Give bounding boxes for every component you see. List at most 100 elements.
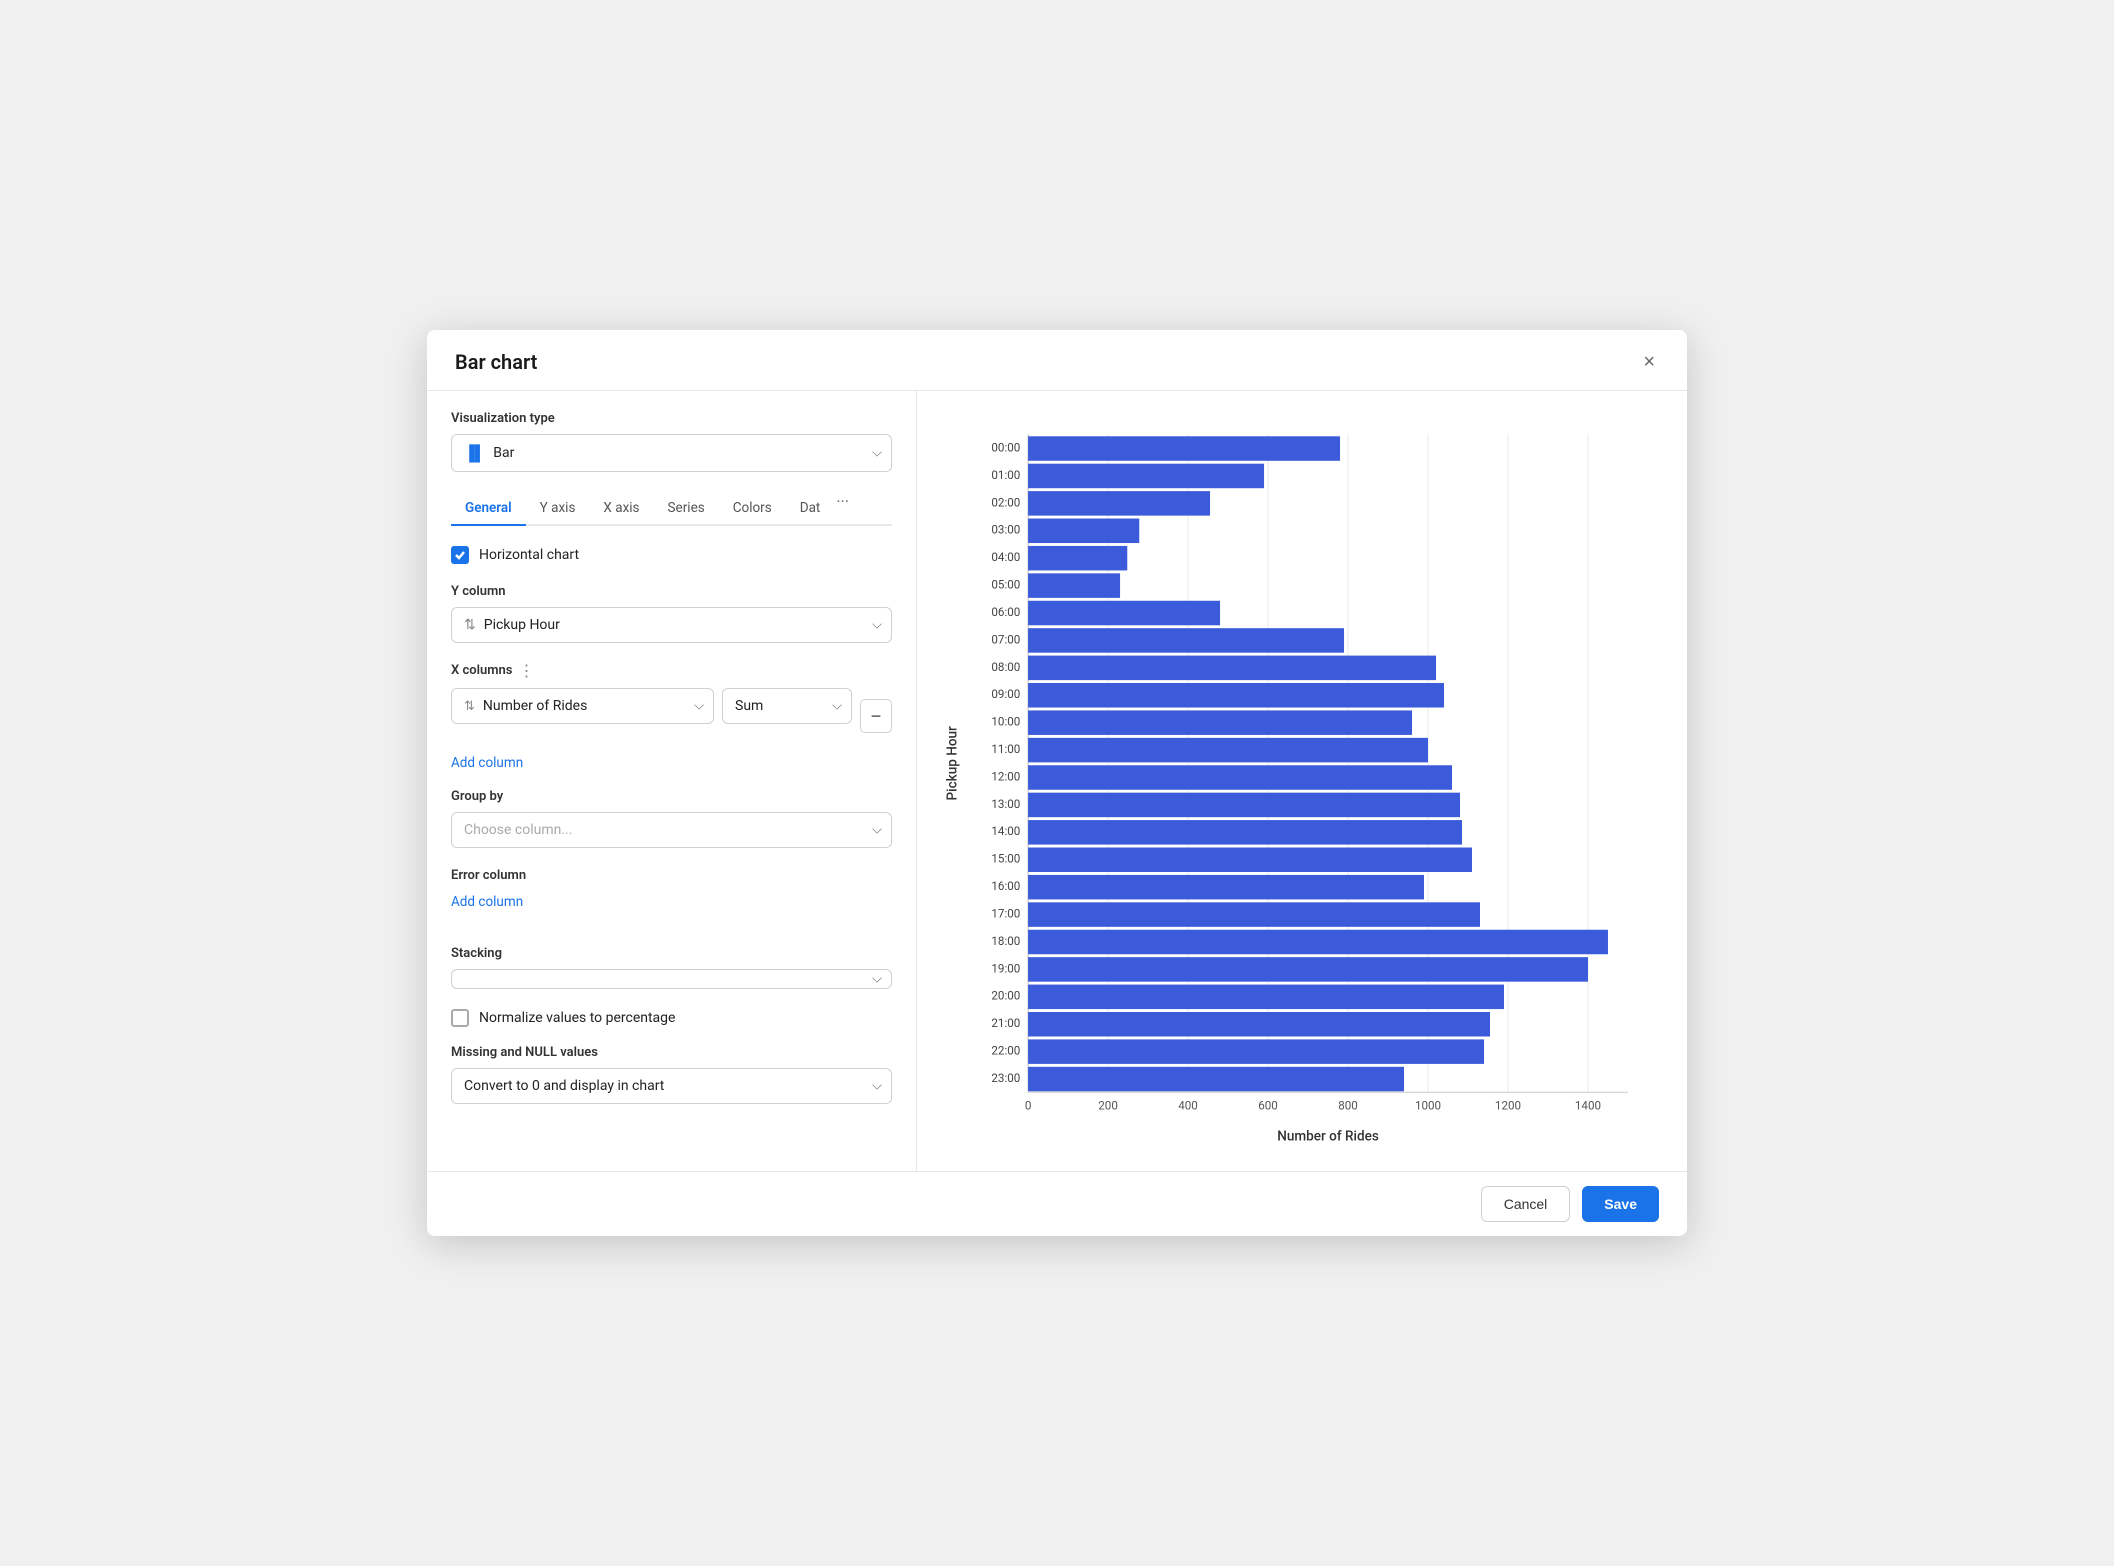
- agg-select[interactable]: Sum: [722, 688, 852, 724]
- bar-chart-modal: Bar chart × Visualization type ▐▌ Bar ⌵ …: [427, 330, 1687, 1235]
- svg-text:02:00: 02:00: [991, 496, 1020, 510]
- error-column-label: Error column: [451, 868, 892, 883]
- group-by-label: Group by: [451, 789, 892, 804]
- svg-text:04:00: 04:00: [991, 550, 1020, 564]
- viz-type-value: Bar: [493, 445, 514, 461]
- svg-text:1000: 1000: [1415, 1099, 1441, 1113]
- svg-text:1400: 1400: [1575, 1099, 1601, 1113]
- svg-text:21:00: 21:00: [991, 1016, 1020, 1030]
- right-panel: 020040060080010001200140000:0001:0002:00…: [917, 391, 1687, 1170]
- svg-text:10:00: 10:00: [991, 715, 1020, 729]
- x-column-row: ⇅ Number of Rides ⌵ Sum ⌵ −: [451, 688, 892, 744]
- missing-null-value: Convert to 0 and display in chart: [464, 1078, 664, 1094]
- bar-chart-svg: 020040060080010001200140000:0001:0002:00…: [941, 415, 1657, 1150]
- chart-area: 020040060080010001200140000:0001:0002:00…: [941, 415, 1657, 1150]
- missing-null-select[interactable]: Convert to 0 and display in chart: [451, 1068, 892, 1104]
- svg-text:20:00: 20:00: [991, 989, 1020, 1003]
- tab-dat[interactable]: Dat: [786, 492, 835, 526]
- tabs-more-button[interactable]: ···: [834, 492, 851, 524]
- svg-text:01:00: 01:00: [991, 468, 1020, 482]
- group-by-placeholder: Choose column...: [464, 822, 572, 838]
- y-column-wrapper: ⇅ Pickup Hour ⌵: [451, 607, 892, 643]
- svg-text:18:00: 18:00: [991, 934, 1020, 948]
- svg-text:400: 400: [1178, 1099, 1198, 1113]
- cancel-button[interactable]: Cancel: [1481, 1186, 1571, 1222]
- bar-chart-icon: ▐▌: [464, 444, 485, 462]
- horizontal-chart-row: Horizontal chart: [451, 546, 892, 564]
- stacking-section: Stacking ⌵: [451, 946, 892, 989]
- svg-text:0: 0: [1025, 1099, 1032, 1113]
- svg-text:Number of Rides: Number of Rides: [1277, 1129, 1379, 1145]
- svg-text:22:00: 22:00: [991, 1044, 1020, 1058]
- svg-text:15:00: 15:00: [991, 852, 1020, 866]
- svg-text:16:00: 16:00: [991, 879, 1020, 893]
- tab-xaxis[interactable]: X axis: [589, 492, 653, 526]
- y-column-value: Pickup Hour: [484, 617, 560, 633]
- modal-header: Bar chart ×: [427, 330, 1687, 391]
- svg-text:11:00: 11:00: [991, 742, 1020, 756]
- viz-type-select[interactable]: ▐▌ Bar: [451, 434, 892, 472]
- save-button[interactable]: Save: [1582, 1186, 1659, 1222]
- y-column-select[interactable]: ⇅ Pickup Hour: [451, 607, 892, 643]
- svg-text:05:00: 05:00: [991, 578, 1020, 592]
- modal-footer: Cancel Save: [427, 1171, 1687, 1236]
- y-column-label: Y column: [451, 584, 892, 599]
- x-column-icon: ⇅: [464, 699, 475, 714]
- horizontal-chart-checkbox[interactable]: [451, 546, 469, 564]
- stacking-select-wrapper: ⌵: [451, 969, 892, 989]
- group-by-select[interactable]: Choose column...: [451, 812, 892, 848]
- viz-type-label: Visualization type: [451, 411, 892, 426]
- svg-text:Pickup Hour: Pickup Hour: [944, 726, 960, 800]
- x-columns-label: X columns: [451, 663, 512, 678]
- svg-text:06:00: 06:00: [991, 605, 1020, 619]
- svg-text:09:00: 09:00: [991, 688, 1020, 702]
- x-columns-header: X columns ⋮: [451, 661, 892, 680]
- tab-series[interactable]: Series: [654, 492, 719, 526]
- x-column-select-wrapper: ⇅ Number of Rides ⌵: [451, 688, 714, 724]
- svg-text:12:00: 12:00: [991, 770, 1020, 784]
- modal-body: Visualization type ▐▌ Bar ⌵ General Y ax…: [427, 391, 1687, 1170]
- stacking-label: Stacking: [451, 946, 892, 961]
- svg-text:600: 600: [1258, 1099, 1278, 1113]
- svg-text:19:00: 19:00: [991, 962, 1020, 976]
- add-x-column-link[interactable]: Add column: [451, 755, 523, 771]
- tab-general[interactable]: General: [451, 492, 526, 526]
- svg-text:07:00: 07:00: [991, 633, 1020, 647]
- stacking-select[interactable]: [451, 969, 892, 989]
- svg-text:00:00: 00:00: [991, 441, 1020, 455]
- svg-text:800: 800: [1338, 1099, 1358, 1113]
- x-column-select[interactable]: ⇅ Number of Rides: [451, 688, 714, 724]
- viz-type-select-wrapper: ▐▌ Bar ⌵: [451, 434, 892, 472]
- y-column-icon: ⇅: [464, 617, 476, 633]
- group-by-wrapper: Choose column... ⌵: [451, 812, 892, 848]
- normalize-label: Normalize values to percentage: [479, 1010, 675, 1026]
- agg-select-wrapper: Sum ⌵: [722, 688, 852, 724]
- error-column-section: Error column Add column: [451, 868, 892, 928]
- tab-yaxis[interactable]: Y axis: [526, 492, 590, 526]
- left-panel: Visualization type ▐▌ Bar ⌵ General Y ax…: [427, 391, 917, 1170]
- close-button[interactable]: ×: [1639, 348, 1659, 376]
- normalize-checkbox[interactable]: [451, 1009, 469, 1027]
- svg-text:03:00: 03:00: [991, 523, 1020, 537]
- svg-text:08:00: 08:00: [991, 660, 1020, 674]
- left-scroll: Visualization type ▐▌ Bar ⌵ General Y ax…: [427, 391, 916, 1170]
- missing-null-label: Missing and NULL values: [451, 1045, 892, 1060]
- svg-text:13:00: 13:00: [991, 797, 1020, 811]
- normalize-row: Normalize values to percentage: [451, 1009, 892, 1027]
- horizontal-chart-label: Horizontal chart: [479, 547, 579, 563]
- svg-text:14:00: 14:00: [991, 825, 1020, 839]
- agg-value: Sum: [735, 698, 763, 714]
- remove-x-column-button[interactable]: −: [860, 699, 892, 733]
- modal-title: Bar chart: [455, 350, 537, 374]
- svg-text:1200: 1200: [1495, 1099, 1521, 1113]
- x-columns-drag-icon[interactable]: ⋮: [518, 661, 534, 680]
- svg-text:17:00: 17:00: [991, 907, 1020, 921]
- checkmark-icon: [454, 549, 466, 561]
- missing-null-section: Missing and NULL values Convert to 0 and…: [451, 1045, 892, 1104]
- tabs-row: General Y axis X axis Series Colors Dat …: [451, 492, 892, 526]
- add-error-column-link[interactable]: Add column: [451, 894, 523, 910]
- x-column-value: Number of Rides: [483, 698, 587, 714]
- missing-null-select-wrapper: Convert to 0 and display in chart ⌵: [451, 1068, 892, 1104]
- tab-colors[interactable]: Colors: [719, 492, 786, 526]
- svg-text:23:00: 23:00: [991, 1071, 1020, 1085]
